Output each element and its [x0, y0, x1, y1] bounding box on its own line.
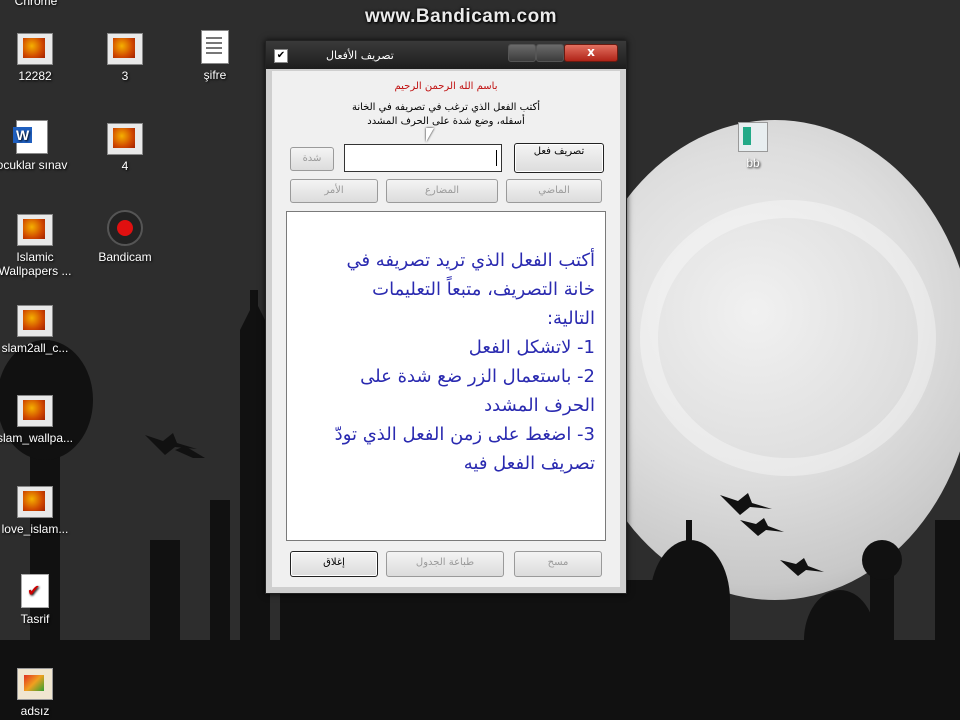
chrome-label: Chrome [0, 0, 76, 8]
icon-label: Tasrif [20, 612, 50, 626]
instruction-line: أسفله، وضع شدة على الحرف المشدد [367, 116, 525, 127]
memo-line: التالية: [546, 308, 595, 329]
title-bar[interactable]: ✔ تصريف الأفعال x [266, 41, 626, 69]
desktop-icon-4[interactable]: 4 [85, 123, 165, 173]
window-title: تصريف الأفعال [326, 49, 394, 62]
icon-label: adsız [20, 704, 50, 718]
image-file-icon [107, 123, 143, 155]
paint-file-icon [17, 668, 53, 700]
icon-label: şifre [203, 68, 227, 82]
instruction-line: أكتب الفعل الذي ترغب في تصريفه في الخانة [351, 102, 541, 113]
memo-line: تصريف الفعل فيه [463, 453, 595, 474]
desktop-icon-sifre[interactable]: şifre [175, 30, 255, 82]
text-caret [496, 150, 497, 166]
dialog-body: باسم الله الرحمن الرحيم أكتب الفعل الذي … [272, 71, 620, 587]
past-button[interactable]: الماضي [506, 179, 602, 203]
conjugate-verb-button[interactable]: تصريف فعل [514, 143, 604, 173]
mouse-pointer-icon [426, 128, 434, 142]
desktop-icon-islam2all[interactable]: slam2all_c... [0, 305, 75, 355]
icon-label: love_islam... [1, 522, 69, 536]
desktop-icon-tasrif[interactable]: Tasrif [0, 574, 75, 626]
image-file-icon [17, 305, 53, 337]
imperative-button[interactable]: الأمر [290, 179, 378, 203]
word-document-icon [13, 120, 48, 154]
instructions: أكتب الفعل الذي ترغب في تصريفه في الخانة… [296, 101, 596, 129]
image-file-icon [17, 486, 53, 518]
memo-line: أكتب الفعل الذي تريد تصريفه في [346, 250, 595, 271]
shadda-button[interactable]: شدة [290, 147, 334, 171]
desktop: www.Bandicam.com Chrome 12282 3 şifre oc… [0, 0, 960, 720]
desktop-icon-love-islam[interactable]: love_islam... [0, 486, 75, 536]
image-file-icon [17, 33, 53, 65]
desktop-icon-cocuklar-sinav[interactable]: ocuklar sınav [0, 120, 72, 172]
icon-label: 12282 [18, 69, 52, 83]
verb-input[interactable] [344, 144, 502, 172]
image-file-icon [107, 33, 143, 65]
memo-line: الحرف المشدد [484, 395, 595, 416]
icon-label: ocuklar sınav [0, 158, 68, 172]
desktop-icon-islamic-wallpapers[interactable]: Islamic Wallpapers ... [0, 214, 75, 278]
file-icon [738, 122, 768, 152]
desktop-icon-islam-wallpa[interactable]: slam_wallpa... [0, 395, 75, 445]
maximize-button[interactable] [536, 44, 564, 62]
memo-line: خانة التصريف، متبعاً التعليمات [372, 279, 595, 300]
close-button[interactable]: إغلاق [290, 551, 378, 577]
conjugation-output[interactable]: أكتب الفعل الذي تريد تصريفه في خانة التص… [286, 211, 606, 541]
clear-button[interactable]: مسح [514, 551, 602, 577]
icon-label: bb [746, 156, 760, 170]
app-icon: ✔ [274, 49, 288, 63]
icon-label: 4 [121, 159, 129, 173]
bandicam-watermark: www.Bandicam.com [365, 6, 558, 27]
close-window-button[interactable]: x [564, 44, 618, 62]
icon-label: Bandicam [98, 250, 152, 264]
record-icon [107, 210, 143, 246]
checklist-icon [21, 574, 49, 608]
memo-line: 2- باستعمال الزر ضع شدة على [360, 366, 595, 387]
icon-label: slam2all_c... [1, 341, 69, 355]
icon-label: slam_wallpa... [0, 431, 74, 445]
text-document-icon [201, 30, 229, 64]
desktop-icon-bb[interactable]: bb [713, 122, 793, 170]
memo-line: 1- لاتشكل الفعل [468, 337, 595, 358]
instructions-text: أكتب الفعل الذي تريد تصريفه في خانة التص… [303, 246, 595, 478]
desktop-icon-12282[interactable]: 12282 [0, 33, 75, 83]
image-file-icon [17, 395, 53, 427]
icon-label: Islamic Wallpapers ... [0, 250, 72, 278]
desktop-icon-bandicam[interactable]: Bandicam [85, 210, 165, 264]
basmala-text: باسم الله الرحمن الرحيم [394, 81, 498, 92]
present-button[interactable]: المضارع [386, 179, 498, 203]
minimize-button[interactable] [508, 44, 536, 62]
image-file-icon [17, 214, 53, 246]
desktop-icon-adsiz[interactable]: adsız [0, 668, 75, 718]
print-table-button[interactable]: طباعة الجدول [386, 551, 504, 577]
memo-line: 3- اضغط على زمن الفعل الذي تودّ [334, 424, 595, 445]
desktop-icon-3[interactable]: 3 [85, 33, 165, 83]
icon-label: Chrome [14, 0, 58, 8]
conjugation-window: ✔ تصريف الأفعال x باسم الله الرحمن الرحي… [265, 40, 627, 594]
icon-label: 3 [121, 69, 129, 83]
